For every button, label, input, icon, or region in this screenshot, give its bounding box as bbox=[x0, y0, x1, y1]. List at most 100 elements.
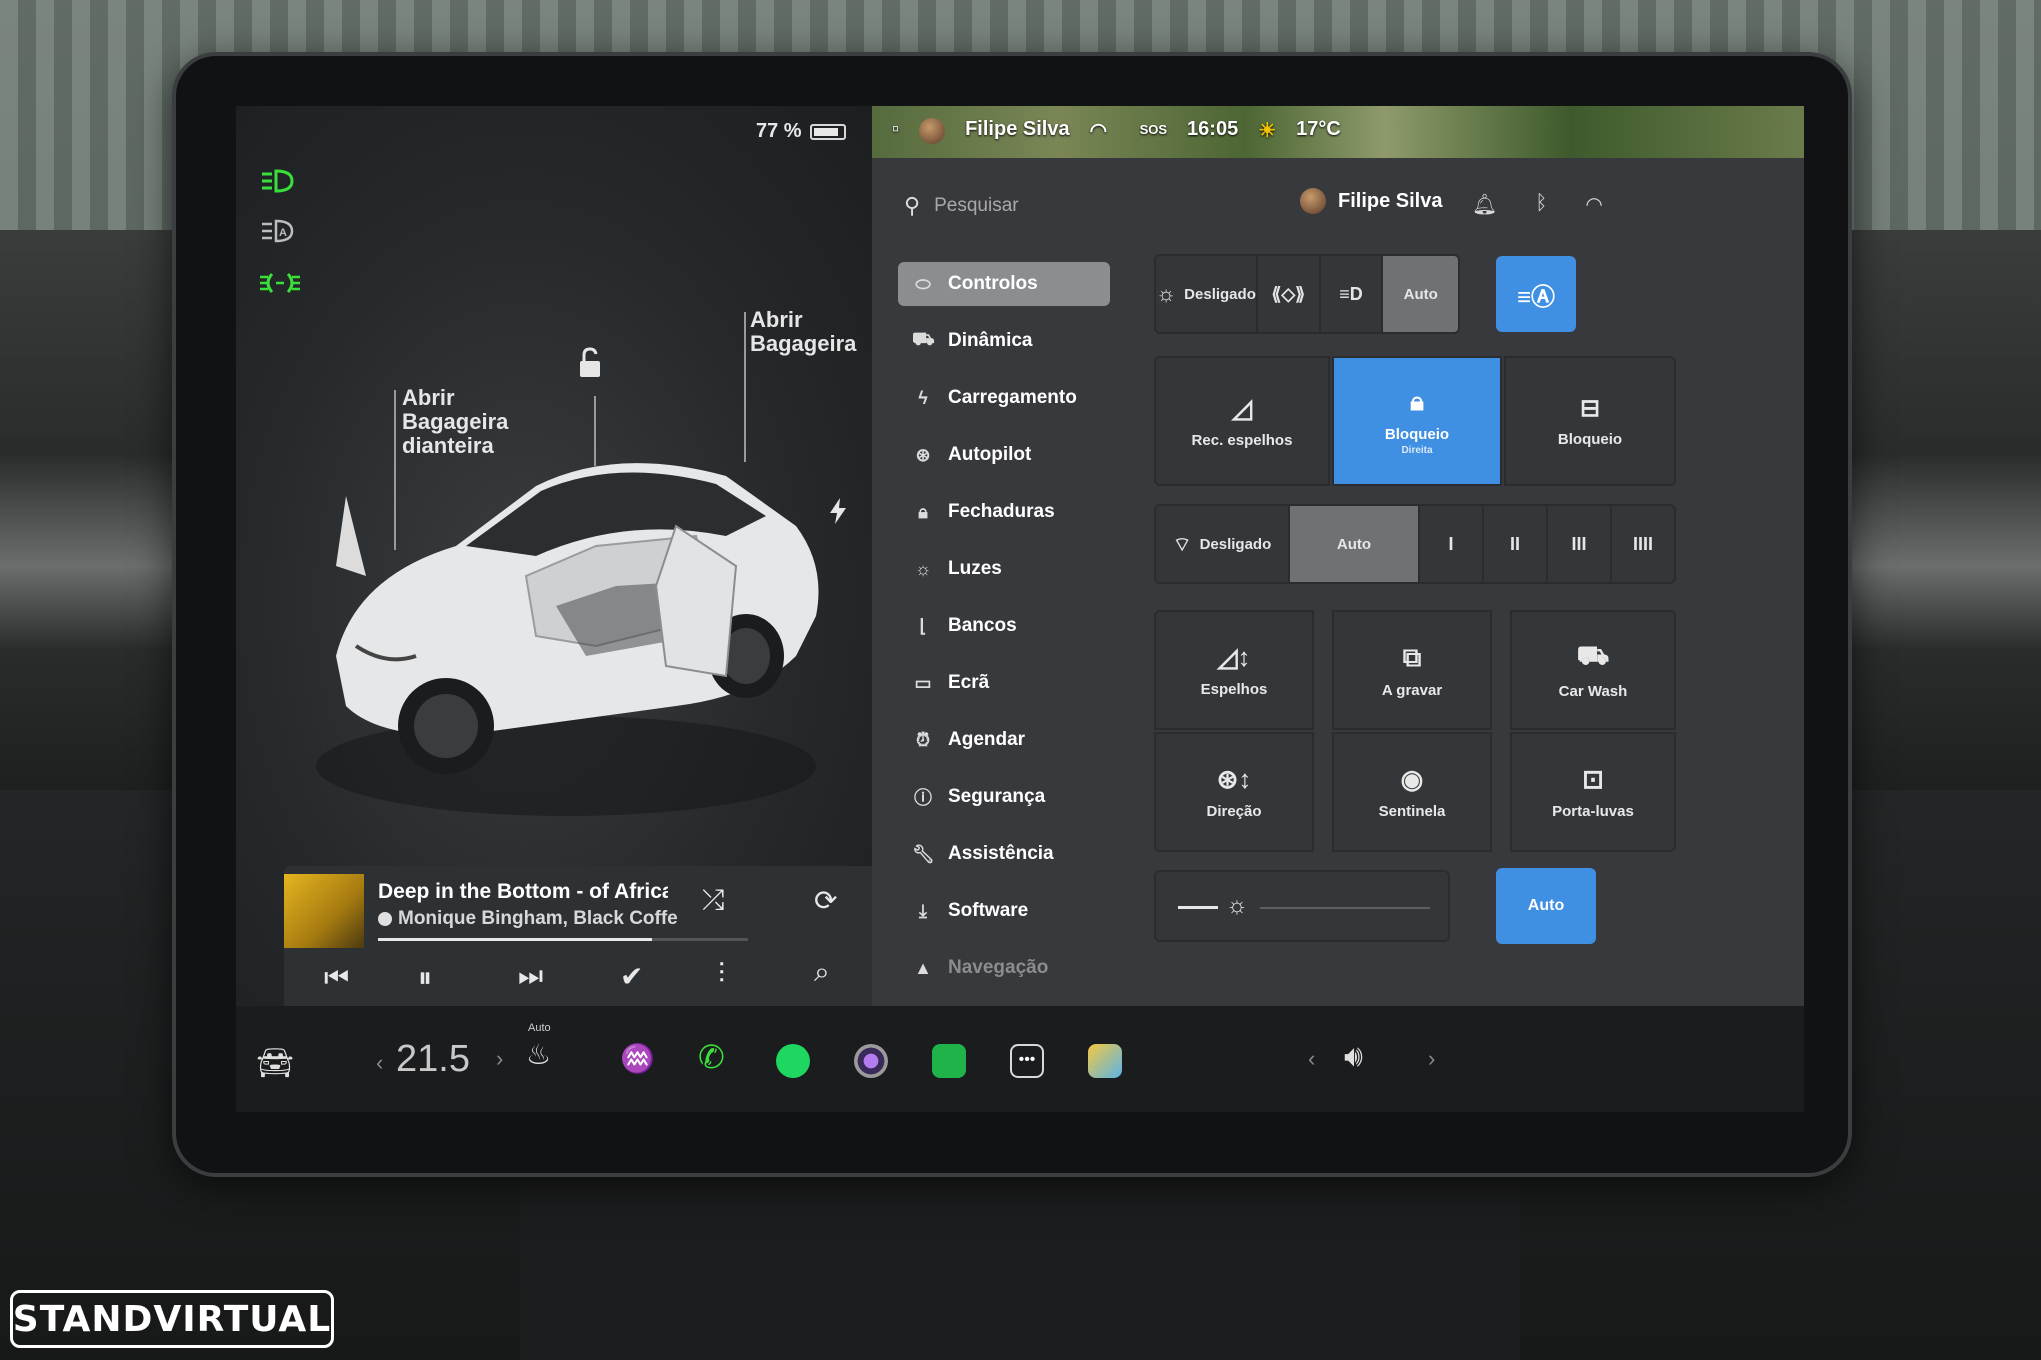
favorite-check-icon[interactable]: ✔ bbox=[620, 960, 643, 993]
fog-lights-icon[interactable] bbox=[258, 268, 302, 298]
fold-mirrors-button[interactable]: ◿ Rec. espelhos bbox=[1154, 356, 1330, 486]
clock: 16:05 bbox=[1187, 118, 1239, 140]
glovebox-icon: ⊡ bbox=[1582, 764, 1604, 794]
display-brightness-slider[interactable]: ☼ bbox=[1154, 870, 1450, 942]
shuffle-icon[interactable]: ⤮ bbox=[702, 884, 724, 917]
glovebox-lock-label: Bloqueio bbox=[1557, 431, 1623, 448]
lock-icon: 🔒︎ bbox=[918, 501, 928, 522]
song-artist-text: Monique Bingham, Black Coffee bbox=[398, 908, 678, 929]
previous-track-icon[interactable]: ⏮ bbox=[324, 962, 349, 995]
menu-item-12[interactable]: ▲ Navegação bbox=[898, 946, 1110, 990]
wiper-speed-4[interactable]: IIII bbox=[1612, 506, 1674, 582]
settings-menu: ⬭ Controlos ⛟ Dinâmica ϟ Carregamento ⊛ Autopil… bbox=[898, 262, 1110, 1003]
dashcam-button[interactable]: ⧉ A gravar bbox=[1332, 610, 1492, 730]
wiper-speed-1[interactable]: I bbox=[1420, 506, 1484, 582]
steering-wheel-icon: ⊛ bbox=[915, 444, 931, 465]
unlock-icon[interactable] bbox=[574, 346, 606, 380]
headlights-auto-option[interactable]: Auto bbox=[1383, 256, 1458, 332]
parking-lights-option[interactable]: ⟪◇⟫ bbox=[1257, 256, 1321, 332]
status-user-name: Filipe Silva bbox=[965, 118, 1070, 140]
pause-icon[interactable]: ⏸ bbox=[418, 962, 432, 995]
equalizer-icon[interactable]: ⫶ bbox=[718, 958, 725, 991]
temp-up-chevron-icon[interactable]: › bbox=[496, 1046, 503, 1072]
media-search-icon[interactable]: ⌕ bbox=[814, 956, 830, 989]
steering-adjust-icon: ⊛↕ bbox=[1216, 764, 1252, 794]
sentry-icon: ◉ bbox=[1400, 764, 1424, 794]
bluetooth-icon[interactable]: ᛒ bbox=[1535, 192, 1547, 217]
status-lock-icon: ▫ bbox=[892, 118, 900, 140]
search-icon: ⚲ bbox=[904, 193, 921, 218]
menu-item-2[interactable]: ϟ Carregamento bbox=[898, 376, 1110, 420]
playback-progress-fill bbox=[378, 938, 652, 941]
menu-item-8[interactable]: ⏰︎ Agendar bbox=[898, 718, 1110, 762]
album-art[interactable] bbox=[284, 874, 364, 948]
menu-item-6[interactable]: ⌊ Bancos bbox=[898, 604, 1110, 648]
camera-icon[interactable] bbox=[854, 1044, 888, 1078]
menu-item-label: Luzes bbox=[948, 558, 1002, 579]
toybox-icon[interactable] bbox=[1088, 1044, 1122, 1078]
playback-progress[interactable] bbox=[378, 938, 748, 941]
spotify-icon[interactable] bbox=[776, 1044, 810, 1078]
auto-headlights-icon[interactable]: A bbox=[258, 216, 302, 246]
defrost-icon[interactable]: ♒ bbox=[620, 1042, 655, 1075]
wipers-off-option[interactable]: ⌔ Desligado bbox=[1156, 506, 1290, 582]
menu-item-11[interactable]: ⤓ Software bbox=[898, 889, 1110, 933]
mirrors-adjust-button[interactable]: ◿↕ Espelhos bbox=[1154, 610, 1314, 730]
mirrors-adjust-label: Espelhos bbox=[1200, 681, 1268, 698]
volume-up-chevron-icon[interactable]: › bbox=[1428, 1046, 1435, 1072]
phone-icon[interactable]: ✆ bbox=[698, 1038, 725, 1076]
watermark-text: STANDVIRTUAL bbox=[12, 1298, 332, 1340]
low-beam-option[interactable]: ≡D bbox=[1320, 256, 1384, 332]
more-apps-icon[interactable]: ••• bbox=[1010, 1044, 1044, 1078]
headlight-mode-selector: ☼ Desligado ⟪◇⟫ ≡D Auto bbox=[1154, 254, 1460, 334]
trunk-callout[interactable]: Abrir Bagageira bbox=[750, 308, 856, 356]
wifi-icon[interactable]: ◠ bbox=[1585, 192, 1602, 217]
dashcam-label: A gravar bbox=[1381, 681, 1443, 699]
brightness-auto-button[interactable]: Auto bbox=[1496, 868, 1596, 944]
glovebox-button[interactable]: ⊡ Porta-luvas bbox=[1510, 732, 1676, 852]
car-icon[interactable]: 🚘︎ bbox=[256, 1046, 294, 1081]
temp-down-chevron-icon[interactable]: ‹ bbox=[376, 1050, 383, 1076]
menu-item-label: Software bbox=[948, 900, 1029, 921]
steering-adjust-button[interactable]: ⊛↕ Direção bbox=[1154, 732, 1314, 852]
bell-icon[interactable]: 🔔︎ bbox=[1472, 192, 1497, 217]
menu-item-10[interactable]: 🔧︎ Assistência bbox=[898, 832, 1110, 876]
mirror-adjust-icon: ◿↕ bbox=[1217, 642, 1251, 672]
user-profile[interactable]: Filipe Silva bbox=[1300, 188, 1442, 214]
headlights-off-option[interactable]: ☼ Desligado bbox=[1156, 256, 1258, 332]
child-lock-button[interactable]: 🔒︎ Bloqueio Direita bbox=[1332, 356, 1502, 486]
menu-item-0[interactable]: ⬭ Controlos bbox=[898, 262, 1110, 306]
energy-graph-icon[interactable] bbox=[932, 1044, 966, 1078]
search-field[interactable]: ⚲ Pesquisar bbox=[904, 190, 1244, 222]
cabin-temperature[interactable]: 21.5 bbox=[396, 1038, 470, 1081]
wiper-speed-2[interactable]: II bbox=[1484, 506, 1548, 582]
menu-item-label: Navegação bbox=[948, 957, 1049, 978]
menu-item-1[interactable]: ⛟ Dinâmica bbox=[898, 319, 1110, 363]
seat-heater-icon[interactable]: ♨ bbox=[526, 1038, 551, 1071]
auto-high-beam-button[interactable]: ≡Ⓐ bbox=[1496, 256, 1576, 332]
headlights-on-icon[interactable] bbox=[258, 166, 302, 196]
repeat-icon[interactable]: ⟳ bbox=[814, 884, 837, 917]
volume-down-chevron-icon[interactable]: ‹ bbox=[1308, 1046, 1315, 1072]
menu-item-label: Controlos bbox=[948, 273, 1038, 294]
wiper-speed-3[interactable]: III bbox=[1548, 506, 1612, 582]
menu-item-9[interactable]: ⓘ Segurança bbox=[898, 775, 1110, 819]
menu-item-5[interactable]: ☼ Luzes bbox=[898, 547, 1110, 591]
menu-item-label: Agendar bbox=[948, 729, 1026, 750]
volume-icon[interactable]: 🔊︎ bbox=[1344, 1040, 1363, 1074]
wiper-mode-selector: ⌔ Desligado Auto I II III IIII bbox=[1154, 504, 1676, 584]
glovebox-lock-icon: ⊟ bbox=[1579, 395, 1601, 422]
menu-item-7[interactable]: ▭ Ecrã bbox=[898, 661, 1110, 705]
map-status-bar[interactable]: ▫ Filipe Silva ◠ SOS 16:05 ☀ 17°C bbox=[872, 106, 1804, 158]
glovebox-lock-button[interactable]: ⊟ Bloqueio bbox=[1504, 356, 1676, 486]
display-icon: ▭ bbox=[914, 672, 932, 693]
menu-item-4[interactable]: 🔒︎ Fechaduras bbox=[898, 490, 1110, 534]
brightness-fill bbox=[1178, 906, 1218, 909]
wipers-auto-option[interactable]: Auto bbox=[1290, 506, 1420, 582]
menu-item-3[interactable]: ⊛ Autopilot bbox=[898, 433, 1110, 477]
sentry-mode-button[interactable]: ◉ Sentinela bbox=[1332, 732, 1492, 852]
song-title: Deep in the Bottom - of Africa bbox=[378, 880, 668, 903]
next-track-icon[interactable]: ⏭ bbox=[518, 960, 543, 993]
car-wash-button[interactable]: ⛟ Car Wash bbox=[1510, 610, 1676, 730]
steering-adjust-label: Direção bbox=[1206, 803, 1262, 820]
